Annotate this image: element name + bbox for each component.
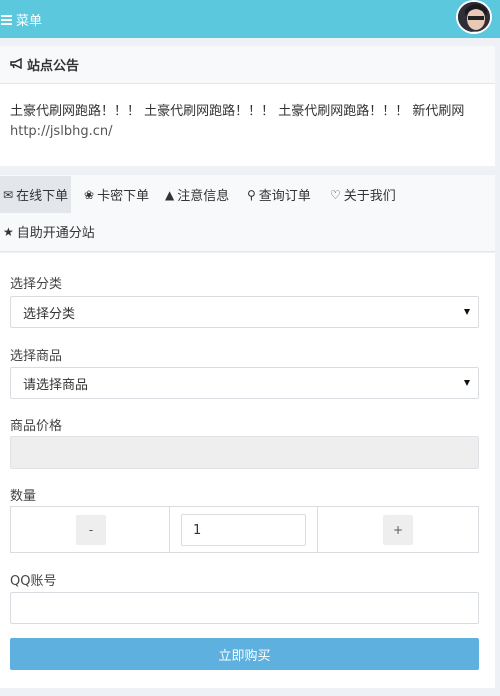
nav-tabs: ✉ 在线下单 ❀ 卡密下单 ▲ 注意信息 ⚲ 查询订单 ♡ 关于我们 ★ 自助开… xyxy=(0,175,495,252)
tab-open-substation[interactable]: ★ 自助开通分站 xyxy=(0,213,98,250)
quantity-plus-cell: + xyxy=(318,507,479,552)
megaphone-icon xyxy=(10,57,23,72)
tab-label: 卡密下单 xyxy=(97,189,150,204)
menu-button[interactable]: 菜单 xyxy=(0,10,42,29)
tab-label: 查询订单 xyxy=(258,189,311,204)
tab-label: 在线下单 xyxy=(16,189,69,204)
tab-label: 自助开通分站 xyxy=(16,226,95,241)
quantity-input[interactable]: 1 xyxy=(181,514,306,546)
category-selected-value: 选择分类 xyxy=(23,306,76,322)
notice-url[interactable]: http://jslbhg.cn/ xyxy=(10,122,485,142)
price-label: 商品价格 xyxy=(10,419,63,434)
tab-query-order[interactable]: ⚲ 查询订单 xyxy=(244,176,314,213)
quantity-plus-button[interactable]: + xyxy=(383,515,413,545)
qq-label: QQ账号 xyxy=(10,574,57,589)
quantity-label: 数量 xyxy=(10,489,37,504)
tab-notice-info[interactable]: ▲ 注意信息 xyxy=(162,176,232,213)
tab-online-order[interactable]: ✉ 在线下单 xyxy=(0,176,72,213)
notice-title: 站点公告 xyxy=(27,59,80,74)
quantity-minus-button[interactable]: - xyxy=(76,515,106,545)
tab-about-us[interactable]: ♡ 关于我们 xyxy=(327,176,399,213)
tab-label: 注意信息 xyxy=(177,189,230,204)
chevron-down-icon xyxy=(464,380,470,386)
notice-body: 土豪代刷网跑路！！！ 土豪代刷网跑路！！！ 土豪代刷网跑路！！！ 新代刷网 ht… xyxy=(0,84,495,166)
notice-header: 站点公告 xyxy=(0,46,495,84)
paw-icon: ❀ xyxy=(84,187,95,202)
product-label: 选择商品 xyxy=(10,349,63,364)
notice-text: 土豪代刷网跑路！！！ 土豪代刷网跑路！！！ 土豪代刷网跑路！！！ 新代刷网 xyxy=(10,104,465,119)
menu-label: 菜单 xyxy=(16,13,43,29)
category-select[interactable]: 选择分类 xyxy=(10,296,479,328)
avatar[interactable] xyxy=(456,0,492,34)
tab-label: 关于我们 xyxy=(343,189,396,204)
top-navbar: 菜单 xyxy=(0,0,500,38)
chevron-down-icon xyxy=(464,309,470,315)
warning-icon: ▲ xyxy=(165,187,175,202)
tab-card-order[interactable]: ❀ 卡密下单 xyxy=(81,176,152,213)
product-selected-value: 请选择商品 xyxy=(23,377,89,393)
quantity-input-cell: 1 xyxy=(170,507,318,552)
product-select[interactable]: 请选择商品 xyxy=(10,367,479,399)
qq-input[interactable] xyxy=(10,592,479,624)
price-field xyxy=(10,436,479,469)
checkbox-icon: ✉ xyxy=(3,187,14,202)
quantity-minus-cell: - xyxy=(11,507,170,552)
quantity-stepper: - 1 + xyxy=(10,506,479,553)
hamburger-icon xyxy=(1,14,12,25)
heart-icon: ♡ xyxy=(330,187,341,202)
category-label: 选择分类 xyxy=(10,277,63,292)
search-icon: ⚲ xyxy=(247,187,256,202)
star-icon: ★ xyxy=(3,224,14,239)
buy-now-button[interactable]: 立即购买 xyxy=(10,638,479,670)
